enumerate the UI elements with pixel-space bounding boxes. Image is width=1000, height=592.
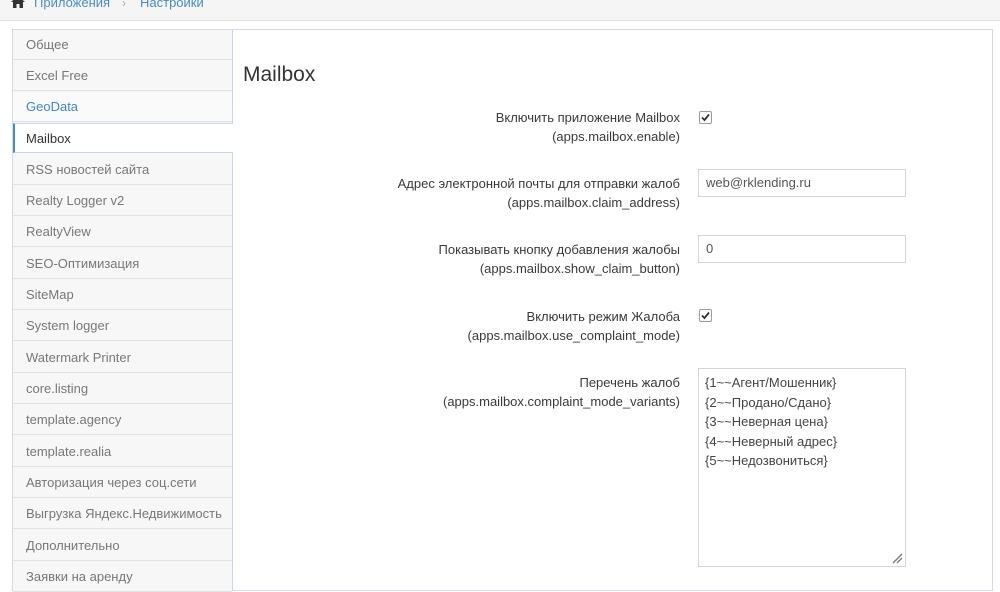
breadcrumb-separator: › bbox=[122, 0, 126, 10]
breadcrumb: Приложения › Настройки bbox=[0, 0, 1000, 21]
setting-title: Включить приложение Mailbox bbox=[495, 110, 680, 125]
setting-key: (apps.mailbox.complaint_mode_variants) bbox=[442, 394, 680, 409]
setting-title: Адрес электронной почты для отправки жал… bbox=[397, 176, 680, 191]
home-icon[interactable] bbox=[10, 0, 26, 9]
setting-label-complaint-variants: Перечень жалоб (apps.mailbox.complaint_m… bbox=[443, 373, 680, 411]
textarea-line: {2~~Продано/Сдано} bbox=[705, 394, 832, 410]
sidebar-item-rss[interactable]: RSS новостей сайта bbox=[13, 155, 232, 185]
sidebar-item-realty-logger[interactable]: Realty Logger v2 bbox=[13, 186, 232, 216]
setting-title: Включить режим Жалоба bbox=[526, 309, 680, 324]
sidebar-item-mailbox[interactable]: Mailbox bbox=[13, 123, 233, 153]
breadcrumb-item-settings[interactable]: Настройки bbox=[140, 0, 204, 11]
sidebar-item-system-logger[interactable]: System logger bbox=[13, 311, 232, 341]
sidebar-item-yandex-export[interactable]: Выгрузка Яндекс.Недвижимость bbox=[13, 499, 232, 529]
setting-label-enable: Включить приложение Mailbox (apps.mailbo… bbox=[496, 108, 680, 146]
sidebar-item-core-listing[interactable]: core.listing bbox=[13, 374, 232, 404]
textarea-line: {3~~Неверная цена} bbox=[705, 414, 828, 429]
settings-content: Mailbox Включить приложение Mailbox (app… bbox=[243, 30, 992, 590]
sidebar-item-additional[interactable]: Дополнительно bbox=[13, 531, 232, 561]
textarea-line: {1~~Агент/Мошенник} bbox=[705, 375, 837, 390]
setting-label-complaint-mode: Включить режим Жалоба (apps.mailbox.use_… bbox=[468, 307, 680, 345]
sidebar: Общее Excel Free GeoData Mailbox RSS нов… bbox=[13, 30, 233, 592]
sidebar-item-template-agency[interactable]: template.agency bbox=[13, 405, 232, 435]
sidebar-item-general[interactable]: Общее bbox=[13, 30, 232, 60]
settings-panel: Общее Excel Free GeoData Mailbox RSS нов… bbox=[12, 29, 993, 592]
sidebar-item-geodata[interactable]: GeoData bbox=[13, 92, 232, 122]
setting-title: Показывать кнопку добавления жалобы bbox=[438, 242, 680, 257]
check-icon bbox=[701, 311, 710, 320]
textarea-line: {4~~Неверный адрес} bbox=[705, 433, 838, 449]
sidebar-item-sitemap[interactable]: SiteMap bbox=[13, 280, 232, 310]
textarea-line: {5~~Недозвониться} bbox=[705, 453, 828, 468]
check-icon bbox=[701, 113, 710, 122]
sidebar-item-seo[interactable]: SEO-Оптимизация bbox=[13, 249, 232, 279]
show-claim-button-input[interactable]: 0 bbox=[698, 235, 906, 263]
breadcrumb-item-apps[interactable]: Приложения bbox=[34, 0, 110, 11]
sidebar-item-watermark-printer[interactable]: Watermark Printer bbox=[13, 343, 232, 373]
complaint-variants-textarea[interactable]: {1~~Агент/Мошенник} {2~~Продано/Сдано} {… bbox=[698, 368, 906, 567]
setting-key: (apps.mailbox.claim_address) bbox=[507, 195, 680, 210]
complaint-mode-checkbox[interactable] bbox=[699, 309, 712, 322]
setting-title: Перечень жалоб bbox=[579, 375, 680, 390]
setting-key: (apps.mailbox.show_claim_button) bbox=[479, 261, 680, 276]
sidebar-item-rental-requests[interactable]: Заявки на аренду bbox=[13, 562, 232, 592]
claim-address-input[interactable]: web@rklending.ru bbox=[698, 169, 906, 197]
setting-label-show-claim-button: Показывать кнопку добавления жалобы (app… bbox=[439, 240, 680, 278]
sidebar-item-excel-free[interactable]: Excel Free bbox=[13, 61, 232, 91]
sidebar-item-social-auth[interactable]: Авторизация через соц.сети bbox=[13, 468, 232, 498]
setting-label-claim-address: Адрес электронной почты для отправки жал… bbox=[398, 174, 680, 212]
page-title: Mailbox bbox=[243, 63, 316, 86]
setting-key: (apps.mailbox.use_complaint_mode) bbox=[467, 328, 680, 343]
sidebar-item-realtyview[interactable]: RealtyView bbox=[13, 217, 232, 247]
resize-handle-icon[interactable] bbox=[891, 552, 903, 564]
sidebar-item-template-realia[interactable]: template.realia bbox=[13, 437, 232, 467]
enable-checkbox[interactable] bbox=[699, 111, 712, 124]
setting-key: (apps.mailbox.enable) bbox=[552, 129, 680, 144]
